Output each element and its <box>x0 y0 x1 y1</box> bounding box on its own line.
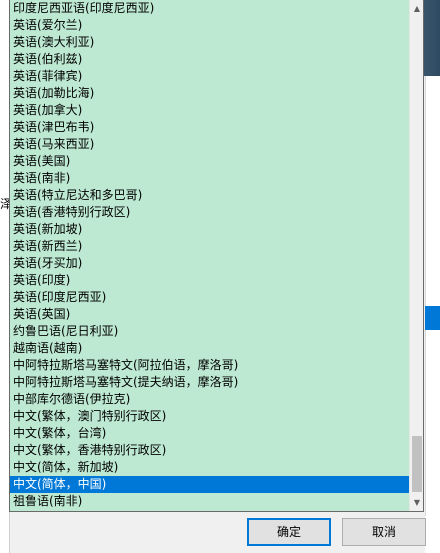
language-option[interactable]: 英语(津巴布韦) <box>10 119 411 136</box>
language-option[interactable]: 中阿特拉斯塔马塞特文(阿拉伯语，摩洛哥) <box>10 357 411 374</box>
language-option[interactable]: 越南语(越南) <box>10 340 411 357</box>
language-option[interactable]: 英语(印度) <box>10 272 411 289</box>
dialog-selected-row-edge <box>425 306 440 330</box>
language-option[interactable]: 英语(马来西亚) <box>10 136 411 153</box>
language-option[interactable]: 英语(美国) <box>10 153 411 170</box>
language-option[interactable]: 祖鲁语(南非) <box>10 493 411 510</box>
language-option[interactable]: 英语(特立尼达和多巴哥) <box>10 187 411 204</box>
language-option[interactable]: 英语(菲律宾) <box>10 68 411 85</box>
language-dropdown-list[interactable]: 印度尼西亚语(印度尼西亚) 英语(爱尔兰) 英语(澳大利亚) 英语(伯利兹) 英语(菲律… <box>9 0 424 512</box>
scrollbar-thumb[interactable] <box>412 436 422 492</box>
language-option[interactable]: 英语(南非) <box>10 170 411 187</box>
language-option[interactable]: 英语(爱尔兰) <box>10 17 411 34</box>
dialog-divider <box>425 76 426 516</box>
language-option[interactable]: 中阿特拉斯塔马塞特文(提夫纳语，摩洛哥) <box>10 374 411 391</box>
language-option[interactable]: 英语(加勒比海) <box>10 85 411 102</box>
language-option[interactable]: 英语(英国) <box>10 306 411 323</box>
language-option[interactable]: 英语(新西兰) <box>10 238 411 255</box>
language-option[interactable]: 中文(简体，新加坡) <box>10 459 411 476</box>
language-option[interactable]: 英语(印度尼西亚) <box>10 289 411 306</box>
language-option[interactable]: 中部库尔德语(伊拉克) <box>10 391 411 408</box>
language-option[interactable]: 英语(加拿大) <box>10 102 411 119</box>
language-option[interactable]: 英语(香港特别行政区) <box>10 204 411 221</box>
cancel-button[interactable]: 取消 <box>342 518 426 546</box>
language-option[interactable]: 英语(牙买加) <box>10 255 411 272</box>
dropdown-scrollbar[interactable]: ▲ ▼ <box>409 0 423 511</box>
language-option[interactable]: 英语(新加坡) <box>10 221 411 238</box>
language-option[interactable]: 英语(伯利兹) <box>10 51 411 68</box>
language-option[interactable]: 约鲁巴语(尼日利亚) <box>10 323 411 340</box>
ok-button[interactable]: 确定 <box>247 518 331 546</box>
scroll-up-icon[interactable]: ▲ <box>410 0 423 17</box>
language-option[interactable]: 英语(澳大利亚) <box>10 34 411 51</box>
language-option[interactable]: 中文(繁体，台湾) <box>10 425 411 442</box>
scroll-down-icon[interactable]: ▼ <box>410 494 423 511</box>
language-option[interactable]: 印度尼西亚语(印度尼西亚) <box>10 0 411 17</box>
dialog-label-fragment: 泽 <box>0 197 9 211</box>
language-option[interactable]: 中文(繁体，澳门特别行政区) <box>10 408 411 425</box>
language-option[interactable]: 中文(简体，中国) <box>10 476 411 493</box>
language-option[interactable]: 中文(繁体，香港特别行政区) <box>10 442 411 459</box>
